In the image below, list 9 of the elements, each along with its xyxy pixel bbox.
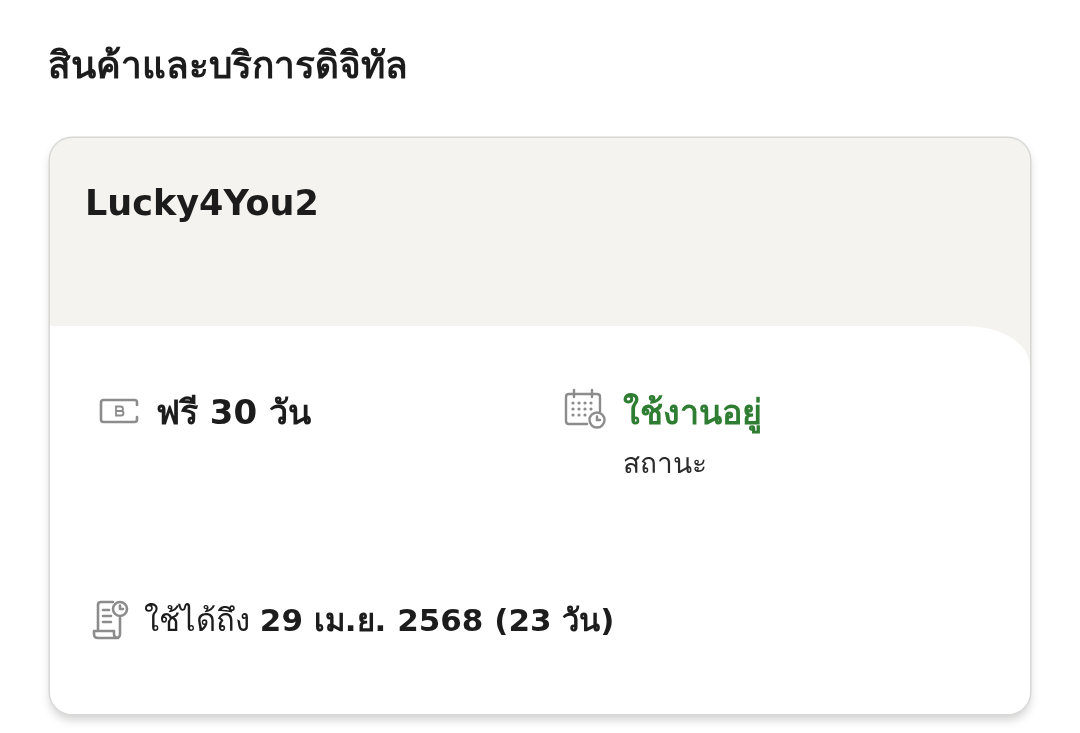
price-text: ฟรี 30 วัน [156, 391, 311, 434]
product-name: Lucky4You2 [85, 182, 319, 225]
banknote-icon [98, 398, 140, 424]
status-label: สถานะ [623, 446, 708, 482]
document-clock-icon [92, 599, 130, 641]
calendar-clock-icon [563, 388, 607, 430]
section-title: สินค้าและบริการดิจิทัล [48, 43, 409, 89]
status-text: ใช้งานอยู่ [623, 391, 762, 436]
validity-text: ใช้ได้ถึง 29 เม.ย. 2568 (23 วัน) [144, 601, 615, 640]
